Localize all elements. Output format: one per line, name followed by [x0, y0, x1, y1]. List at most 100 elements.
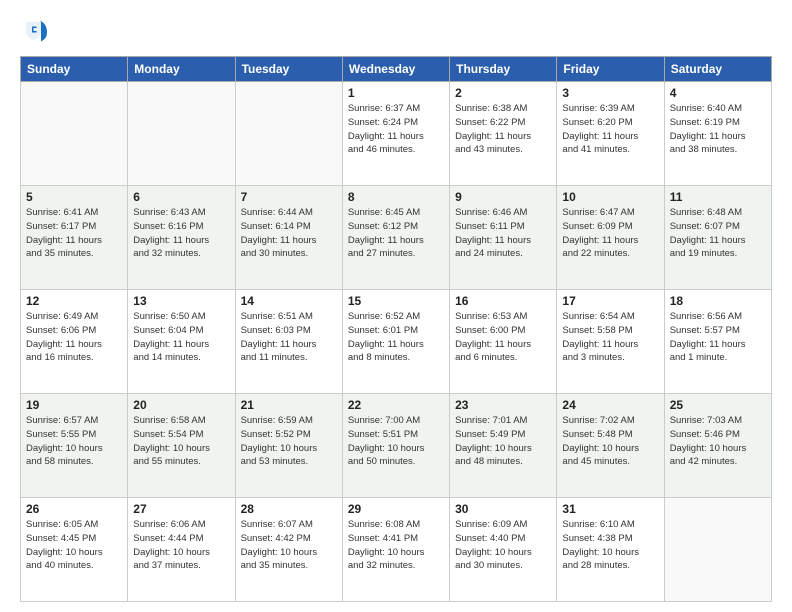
- calendar-day: 19 Sunrise: 6:57 AM Sunset: 5:55 PM Dayli…: [21, 394, 128, 498]
- calendar-day: 12 Sunrise: 6:49 AM Sunset: 6:06 PM Dayli…: [21, 290, 128, 394]
- calendar-day: 5 Sunrise: 6:41 AM Sunset: 6:17 PM Daylig…: [21, 186, 128, 290]
- calendar-day: 29 Sunrise: 6:08 AM Sunset: 4:41 PM Dayli…: [342, 498, 449, 602]
- calendar-day: 17Sunrise: 6:54 AM Sunset: 5:58 PM Dayli…: [557, 290, 664, 394]
- calendar-day: [21, 82, 128, 186]
- day-info: Sunrise: 6:41 AM Sunset: 6:17 PM Dayligh…: [26, 206, 122, 261]
- day-number: 27: [133, 502, 229, 516]
- day-info: Sunrise: 6:45 AM Sunset: 6:12 PM Dayligh…: [348, 206, 444, 261]
- calendar-day: 6Sunrise: 6:43 AM Sunset: 6:16 PM Daylig…: [128, 186, 235, 290]
- col-header-sunday: Sunday: [21, 57, 128, 82]
- day-info: Sunrise: 6:58 AM Sunset: 5:54 PM Dayligh…: [133, 414, 229, 469]
- col-header-monday: Monday: [128, 57, 235, 82]
- day-info: Sunrise: 6:08 AM Sunset: 4:41 PM Dayligh…: [348, 518, 444, 573]
- day-number: 10: [562, 190, 658, 204]
- calendar-day: 16Sunrise: 6:53 AM Sunset: 6:00 PM Dayli…: [450, 290, 557, 394]
- calendar-day: 8 Sunrise: 6:45 AM Sunset: 6:12 PM Daylig…: [342, 186, 449, 290]
- calendar-day: [128, 82, 235, 186]
- col-header-thursday: Thursday: [450, 57, 557, 82]
- calendar-table: SundayMondayTuesdayWednesdayThursdayFrid…: [20, 56, 772, 602]
- day-info: Sunrise: 6:59 AM Sunset: 5:52 PM Dayligh…: [241, 414, 337, 469]
- calendar-day: 4 Sunrise: 6:40 AM Sunset: 6:19 PM Daylig…: [664, 82, 771, 186]
- day-info: Sunrise: 7:02 AM Sunset: 5:48 PM Dayligh…: [562, 414, 658, 469]
- day-info: Sunrise: 6:38 AM Sunset: 6:22 PM Dayligh…: [455, 102, 551, 157]
- calendar-day: 26 Sunrise: 6:05 AM Sunset: 4:45 PM Dayli…: [21, 498, 128, 602]
- calendar-day: 23 Sunrise: 7:01 AM Sunset: 5:49 PM Dayli…: [450, 394, 557, 498]
- calendar-day: 7 Sunrise: 6:44 AM Sunset: 6:14 PM Daylig…: [235, 186, 342, 290]
- day-info: Sunrise: 6:48 AM Sunset: 6:07 PM Dayligh…: [670, 206, 766, 261]
- calendar-day: 20 Sunrise: 6:58 AM Sunset: 5:54 PM Dayli…: [128, 394, 235, 498]
- day-info: Sunrise: 6:53 AM Sunset: 6:00 PM Dayligh…: [455, 310, 551, 365]
- day-info: Sunrise: 6:06 AM Sunset: 4:44 PM Dayligh…: [133, 518, 229, 573]
- page: SundayMondayTuesdayWednesdayThursdayFrid…: [0, 0, 792, 612]
- day-info: Sunrise: 6:40 AM Sunset: 6:19 PM Dayligh…: [670, 102, 766, 157]
- calendar-day: 30 Sunrise: 6:09 AM Sunset: 4:40 PM Dayli…: [450, 498, 557, 602]
- day-number: 13: [133, 294, 229, 308]
- day-number: 11: [670, 190, 766, 204]
- header: [20, 16, 772, 46]
- col-header-tuesday: Tuesday: [235, 57, 342, 82]
- col-header-saturday: Saturday: [664, 57, 771, 82]
- calendar-header-row: SundayMondayTuesdayWednesdayThursdayFrid…: [21, 57, 772, 82]
- day-info: Sunrise: 6:57 AM Sunset: 5:55 PM Dayligh…: [26, 414, 122, 469]
- day-number: 23: [455, 398, 551, 412]
- day-number: 31: [562, 502, 658, 516]
- day-number: 8: [348, 190, 444, 204]
- calendar-day: 3Sunrise: 6:39 AM Sunset: 6:20 PM Daylig…: [557, 82, 664, 186]
- day-info: Sunrise: 6:09 AM Sunset: 4:40 PM Dayligh…: [455, 518, 551, 573]
- calendar-day: 21 Sunrise: 6:59 AM Sunset: 5:52 PM Dayli…: [235, 394, 342, 498]
- day-number: 22: [348, 398, 444, 412]
- calendar-day: 14 Sunrise: 6:51 AM Sunset: 6:03 PM Dayli…: [235, 290, 342, 394]
- day-info: Sunrise: 6:49 AM Sunset: 6:06 PM Dayligh…: [26, 310, 122, 365]
- day-number: 5: [26, 190, 122, 204]
- day-info: Sunrise: 7:01 AM Sunset: 5:49 PM Dayligh…: [455, 414, 551, 469]
- day-number: 4: [670, 86, 766, 100]
- calendar-day: 15Sunrise: 6:52 AM Sunset: 6:01 PM Dayli…: [342, 290, 449, 394]
- day-info: Sunrise: 6:10 AM Sunset: 4:38 PM Dayligh…: [562, 518, 658, 573]
- calendar-week-3: 12 Sunrise: 6:49 AM Sunset: 6:06 PM Dayli…: [21, 290, 772, 394]
- day-info: Sunrise: 6:51 AM Sunset: 6:03 PM Dayligh…: [241, 310, 337, 365]
- day-number: 29: [348, 502, 444, 516]
- day-number: 21: [241, 398, 337, 412]
- calendar-day: [235, 82, 342, 186]
- logo: [20, 16, 54, 46]
- calendar-day: 9Sunrise: 6:46 AM Sunset: 6:11 PM Daylig…: [450, 186, 557, 290]
- day-number: 12: [26, 294, 122, 308]
- calendar-day: 31 Sunrise: 6:10 AM Sunset: 4:38 PM Dayli…: [557, 498, 664, 602]
- calendar-week-1: 1 Sunrise: 6:37 AM Sunset: 6:24 PM Daylig…: [21, 82, 772, 186]
- day-info: Sunrise: 6:54 AM Sunset: 5:58 PM Dayligh…: [562, 310, 658, 365]
- calendar-day: 13 Sunrise: 6:50 AM Sunset: 6:04 PM Dayli…: [128, 290, 235, 394]
- day-number: 28: [241, 502, 337, 516]
- day-number: 2: [455, 86, 551, 100]
- day-number: 30: [455, 502, 551, 516]
- day-info: Sunrise: 6:52 AM Sunset: 6:01 PM Dayligh…: [348, 310, 444, 365]
- calendar-day: 24 Sunrise: 7:02 AM Sunset: 5:48 PM Dayli…: [557, 394, 664, 498]
- day-info: Sunrise: 6:50 AM Sunset: 6:04 PM Dayligh…: [133, 310, 229, 365]
- day-info: Sunrise: 6:07 AM Sunset: 4:42 PM Dayligh…: [241, 518, 337, 573]
- day-info: Sunrise: 6:56 AM Sunset: 5:57 PM Dayligh…: [670, 310, 766, 365]
- calendar-day: 1 Sunrise: 6:37 AM Sunset: 6:24 PM Daylig…: [342, 82, 449, 186]
- calendar-day: 27 Sunrise: 6:06 AM Sunset: 4:44 PM Dayli…: [128, 498, 235, 602]
- day-info: Sunrise: 6:44 AM Sunset: 6:14 PM Dayligh…: [241, 206, 337, 261]
- day-number: 14: [241, 294, 337, 308]
- calendar-week-4: 19 Sunrise: 6:57 AM Sunset: 5:55 PM Dayli…: [21, 394, 772, 498]
- day-info: Sunrise: 7:00 AM Sunset: 5:51 PM Dayligh…: [348, 414, 444, 469]
- day-info: Sunrise: 6:05 AM Sunset: 4:45 PM Dayligh…: [26, 518, 122, 573]
- day-info: Sunrise: 6:37 AM Sunset: 6:24 PM Dayligh…: [348, 102, 444, 157]
- day-number: 25: [670, 398, 766, 412]
- day-number: 19: [26, 398, 122, 412]
- day-number: 7: [241, 190, 337, 204]
- calendar-week-5: 26 Sunrise: 6:05 AM Sunset: 4:45 PM Dayli…: [21, 498, 772, 602]
- day-number: 24: [562, 398, 658, 412]
- col-header-wednesday: Wednesday: [342, 57, 449, 82]
- day-number: 6: [133, 190, 229, 204]
- calendar-day: 10 Sunrise: 6:47 AM Sunset: 6:09 PM Dayli…: [557, 186, 664, 290]
- logo-icon: [20, 16, 50, 46]
- day-number: 20: [133, 398, 229, 412]
- calendar-day: 25Sunrise: 7:03 AM Sunset: 5:46 PM Dayli…: [664, 394, 771, 498]
- day-number: 18: [670, 294, 766, 308]
- day-info: Sunrise: 6:47 AM Sunset: 6:09 PM Dayligh…: [562, 206, 658, 261]
- day-number: 1: [348, 86, 444, 100]
- calendar-week-2: 5 Sunrise: 6:41 AM Sunset: 6:17 PM Daylig…: [21, 186, 772, 290]
- day-info: Sunrise: 6:46 AM Sunset: 6:11 PM Dayligh…: [455, 206, 551, 261]
- day-number: 26: [26, 502, 122, 516]
